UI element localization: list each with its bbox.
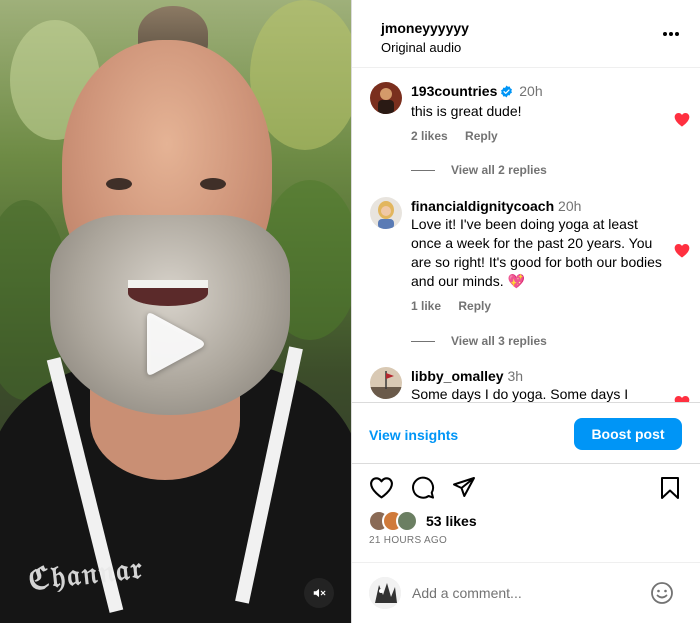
replies-divider: [411, 340, 435, 342]
mouth: [128, 280, 208, 306]
comment-timestamp[interactable]: 20h: [519, 83, 542, 99]
commenter-username[interactable]: 193countries: [411, 83, 497, 99]
avatar-image: [370, 197, 402, 229]
likes-row[interactable]: 53 likes: [368, 508, 477, 534]
comment-like-button[interactable]: [674, 243, 690, 263]
play-icon: [147, 313, 204, 375]
emoji-button[interactable]: [650, 581, 674, 610]
share-button[interactable]: [452, 476, 476, 503]
comment-text: Love it! I've been doing yoga at least o…: [411, 216, 662, 289]
eye: [200, 178, 226, 190]
bookmark-icon: [661, 477, 679, 499]
audio-label[interactable]: Original audio: [381, 40, 700, 56]
comment-composer: [352, 562, 700, 623]
liker-avatars: [368, 510, 420, 532]
comment-like-button[interactable]: [674, 395, 690, 402]
view-replies-label: View all 2 replies: [451, 163, 547, 177]
boost-post-button[interactable]: Boost post: [574, 418, 682, 450]
commenter-username[interactable]: libby_omalley: [411, 368, 504, 384]
post-video[interactable]: ℭ𝔥𝔞𝔫𝔫𝔞𝔯: [0, 0, 351, 623]
reply-button[interactable]: Reply: [458, 299, 491, 313]
current-user-avatar: [369, 577, 401, 609]
liker-avatar: [396, 510, 418, 532]
volume-muted-icon: [313, 588, 326, 598]
post-actions: [352, 476, 700, 506]
view-insights-link[interactable]: View insights: [369, 427, 458, 443]
reply-button[interactable]: Reply: [465, 129, 498, 143]
heart-filled-icon: [674, 395, 690, 402]
heart-filled-icon: [674, 243, 690, 258]
post-author-username[interactable]: jmoneyyyyyy: [381, 20, 700, 36]
comment-text: this is great dude!: [411, 103, 522, 119]
mute-button[interactable]: [304, 578, 334, 608]
commenter-avatar[interactable]: [370, 367, 402, 399]
heart-filled-icon: [674, 112, 690, 127]
heart-outline-icon: [370, 477, 393, 499]
verified-badge-icon: [500, 84, 513, 102]
comment-timestamp[interactable]: 3h: [507, 368, 523, 384]
more-horizontal-icon: [663, 32, 679, 36]
view-replies-button[interactable]: View all 2 replies: [411, 163, 547, 177]
comment-button[interactable]: [411, 476, 435, 505]
likes-count[interactable]: 53 likes: [426, 513, 477, 529]
send-icon: [453, 477, 475, 497]
comment-item: libby_omalley 3h Some days I do yoga. So…: [370, 367, 690, 402]
view-replies-button[interactable]: View all 3 replies: [411, 334, 547, 348]
commenter-username[interactable]: financialdignitycoach: [411, 198, 554, 214]
comment-item: 193countries 20h this is great dude! 2 l…: [370, 82, 690, 172]
emoji-icon: [651, 582, 673, 604]
eye: [106, 178, 132, 190]
commenter-avatar[interactable]: [370, 82, 402, 114]
post-timestamp[interactable]: 21 HOURS AGO: [369, 535, 447, 546]
avatar-image: [370, 82, 402, 114]
comment-timestamp[interactable]: 20h: [558, 198, 581, 214]
play-button[interactable]: [138, 308, 210, 380]
comment-input[interactable]: [412, 581, 642, 605]
commenter-avatar[interactable]: [370, 197, 402, 229]
comment-like-button[interactable]: [674, 112, 690, 132]
like-button[interactable]: [369, 476, 394, 504]
comment-text: Some days I do yoga. Some days I: [411, 386, 629, 402]
avatar-image: [370, 367, 402, 399]
comment-item: financialdignitycoach 20h Love it! I've …: [370, 197, 690, 337]
save-button[interactable]: [660, 476, 680, 505]
comment-likes-count[interactable]: 2 likes: [411, 129, 448, 143]
post-details-panel: jmoneyyyyyy Original audio 193countries …: [351, 0, 700, 623]
view-replies-label: View all 3 replies: [451, 334, 547, 348]
more-options-button[interactable]: [662, 24, 680, 42]
post-header: jmoneyyyyyy Original audio: [352, 0, 700, 68]
insights-bar: View insights Boost post: [352, 402, 700, 464]
comment-icon: [412, 476, 435, 499]
comments-list[interactable]: 193countries 20h this is great dude! 2 l…: [352, 69, 700, 402]
comment-likes-count[interactable]: 1 like: [411, 299, 441, 313]
replies-divider: [411, 169, 435, 171]
